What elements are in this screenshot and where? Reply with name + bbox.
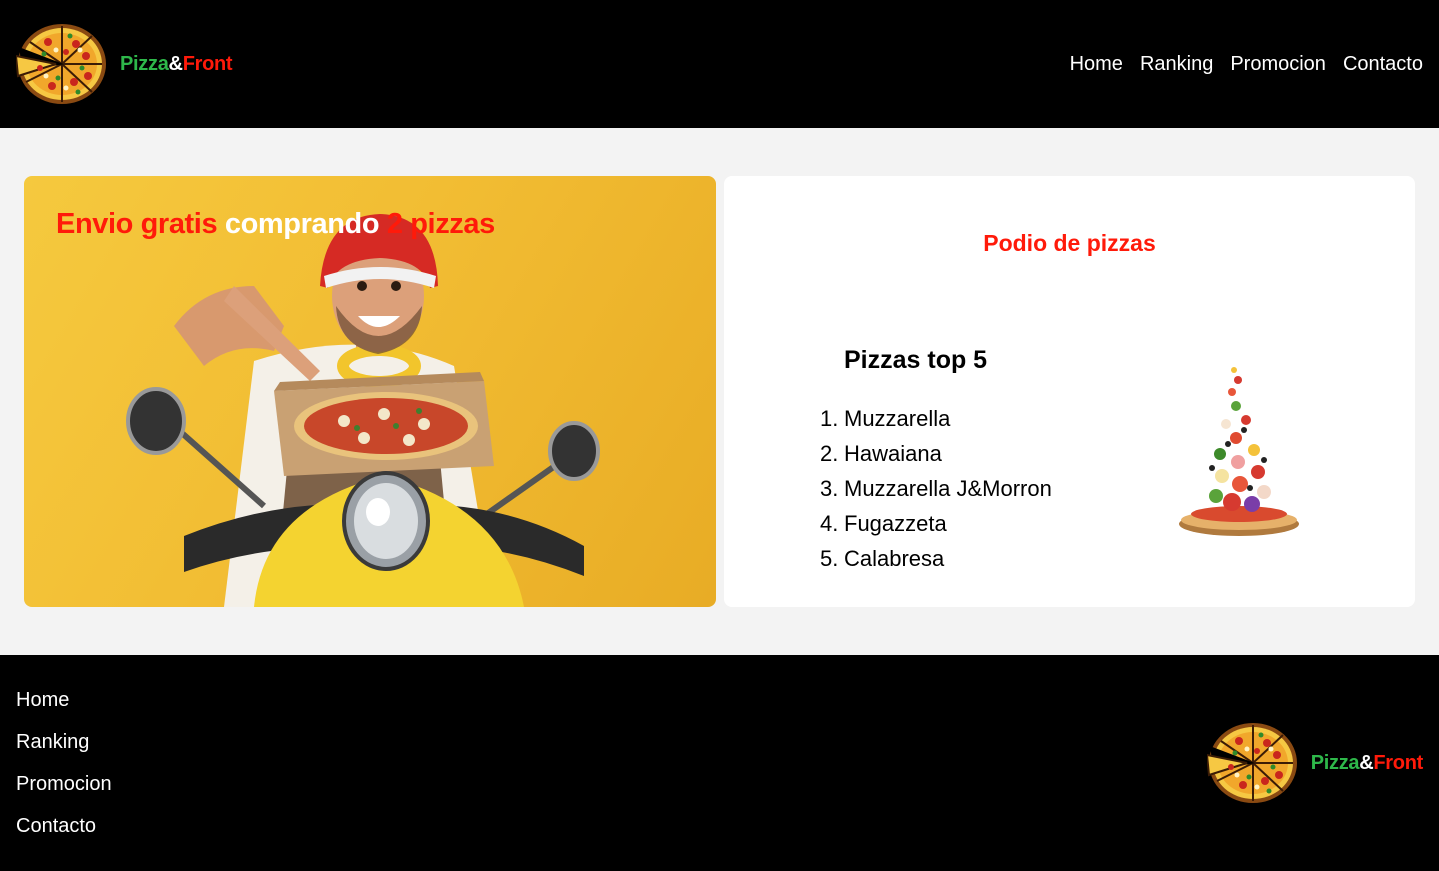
site-footer: Home Ranking Promocion Contacto Pizza&Fr… [0,655,1439,871]
list-item-number: 5. [820,546,839,571]
pizza-ingredients-image [1179,367,1299,536]
nav-ranking[interactable]: Ranking [1140,50,1213,78]
list-item-number: 4. [820,511,839,536]
list-item-name: Fugazzeta [844,511,947,536]
brand-name-part2: Front [1373,751,1423,774]
list-item: 2. Hawaiana [820,436,1052,471]
brand-name-part1: Pizza [120,52,169,75]
footer-nav: Home Ranking Promocion Contacto [16,685,112,853]
brand-name-part2: Front [182,52,233,75]
podium-card: Podio de pizzas Pizzas top 5 1. Muzzarell… [724,176,1415,607]
promo-title-part2: comprando [224,208,380,240]
top5-list: 1. Muzzarella 2. Hawaiana 3. Muzzarella J&M… [820,401,1052,576]
list-item-number: 1. [820,406,839,431]
podium-title: Podio de pizzas [983,230,1156,256]
footer-nav-home[interactable]: Home [16,685,112,727]
top5-heading: Pizzas top 5 [844,346,988,374]
footer-nav-ranking[interactable]: Ranking [16,727,112,769]
promo-title-part1: Envio gratis [56,208,218,240]
list-item-name: Muzzarella [844,406,951,431]
brand-name: Pizza&Front [120,52,233,76]
site-header: Pizza&Front Home Ranking Promocion Conta… [0,0,1439,128]
pizza-logo-icon [1206,723,1297,803]
brand[interactable]: Pizza&Front [16,22,233,106]
list-item-name: Calabresa [844,546,945,571]
list-item-name: Muzzarella J&Morron [844,476,1052,501]
list-item: 1. Muzzarella [820,401,1052,436]
list-item: 4. Fugazzeta [820,506,1052,541]
promo-card: Envio gratis comprando 2 pizzas [24,176,716,607]
list-item: 3. Muzzarella J&Morron [820,471,1052,506]
list-item: 5. Calabresa [820,541,1052,576]
brand-name-part1: Pizza [1310,751,1360,774]
nav-home[interactable]: Home [1070,50,1123,78]
footer-nav-promocion[interactable]: Promocion [16,769,112,811]
main-nav: Home Ranking Promocion Contacto [1070,50,1423,78]
pizza-logo-icon [16,24,106,104]
list-item-name: Hawaiana [844,441,942,466]
footer-brand[interactable]: Pizza&Front [1206,721,1424,805]
footer-nav-contacto[interactable]: Contacto [16,811,112,853]
brand-name-amp: & [168,52,183,75]
list-item-number: 3. [820,476,839,501]
promo-title-part3: 2 pizzas [386,208,495,240]
list-item-number: 2. [820,441,839,466]
promo-title: Envio gratis comprando 2 pizzas [56,208,495,241]
nav-promocion[interactable]: Promocion [1230,50,1326,78]
brand-name-amp: & [1359,751,1374,774]
nav-contacto[interactable]: Contacto [1343,50,1423,78]
footer-brand-name: Pizza&Front [1310,751,1424,775]
